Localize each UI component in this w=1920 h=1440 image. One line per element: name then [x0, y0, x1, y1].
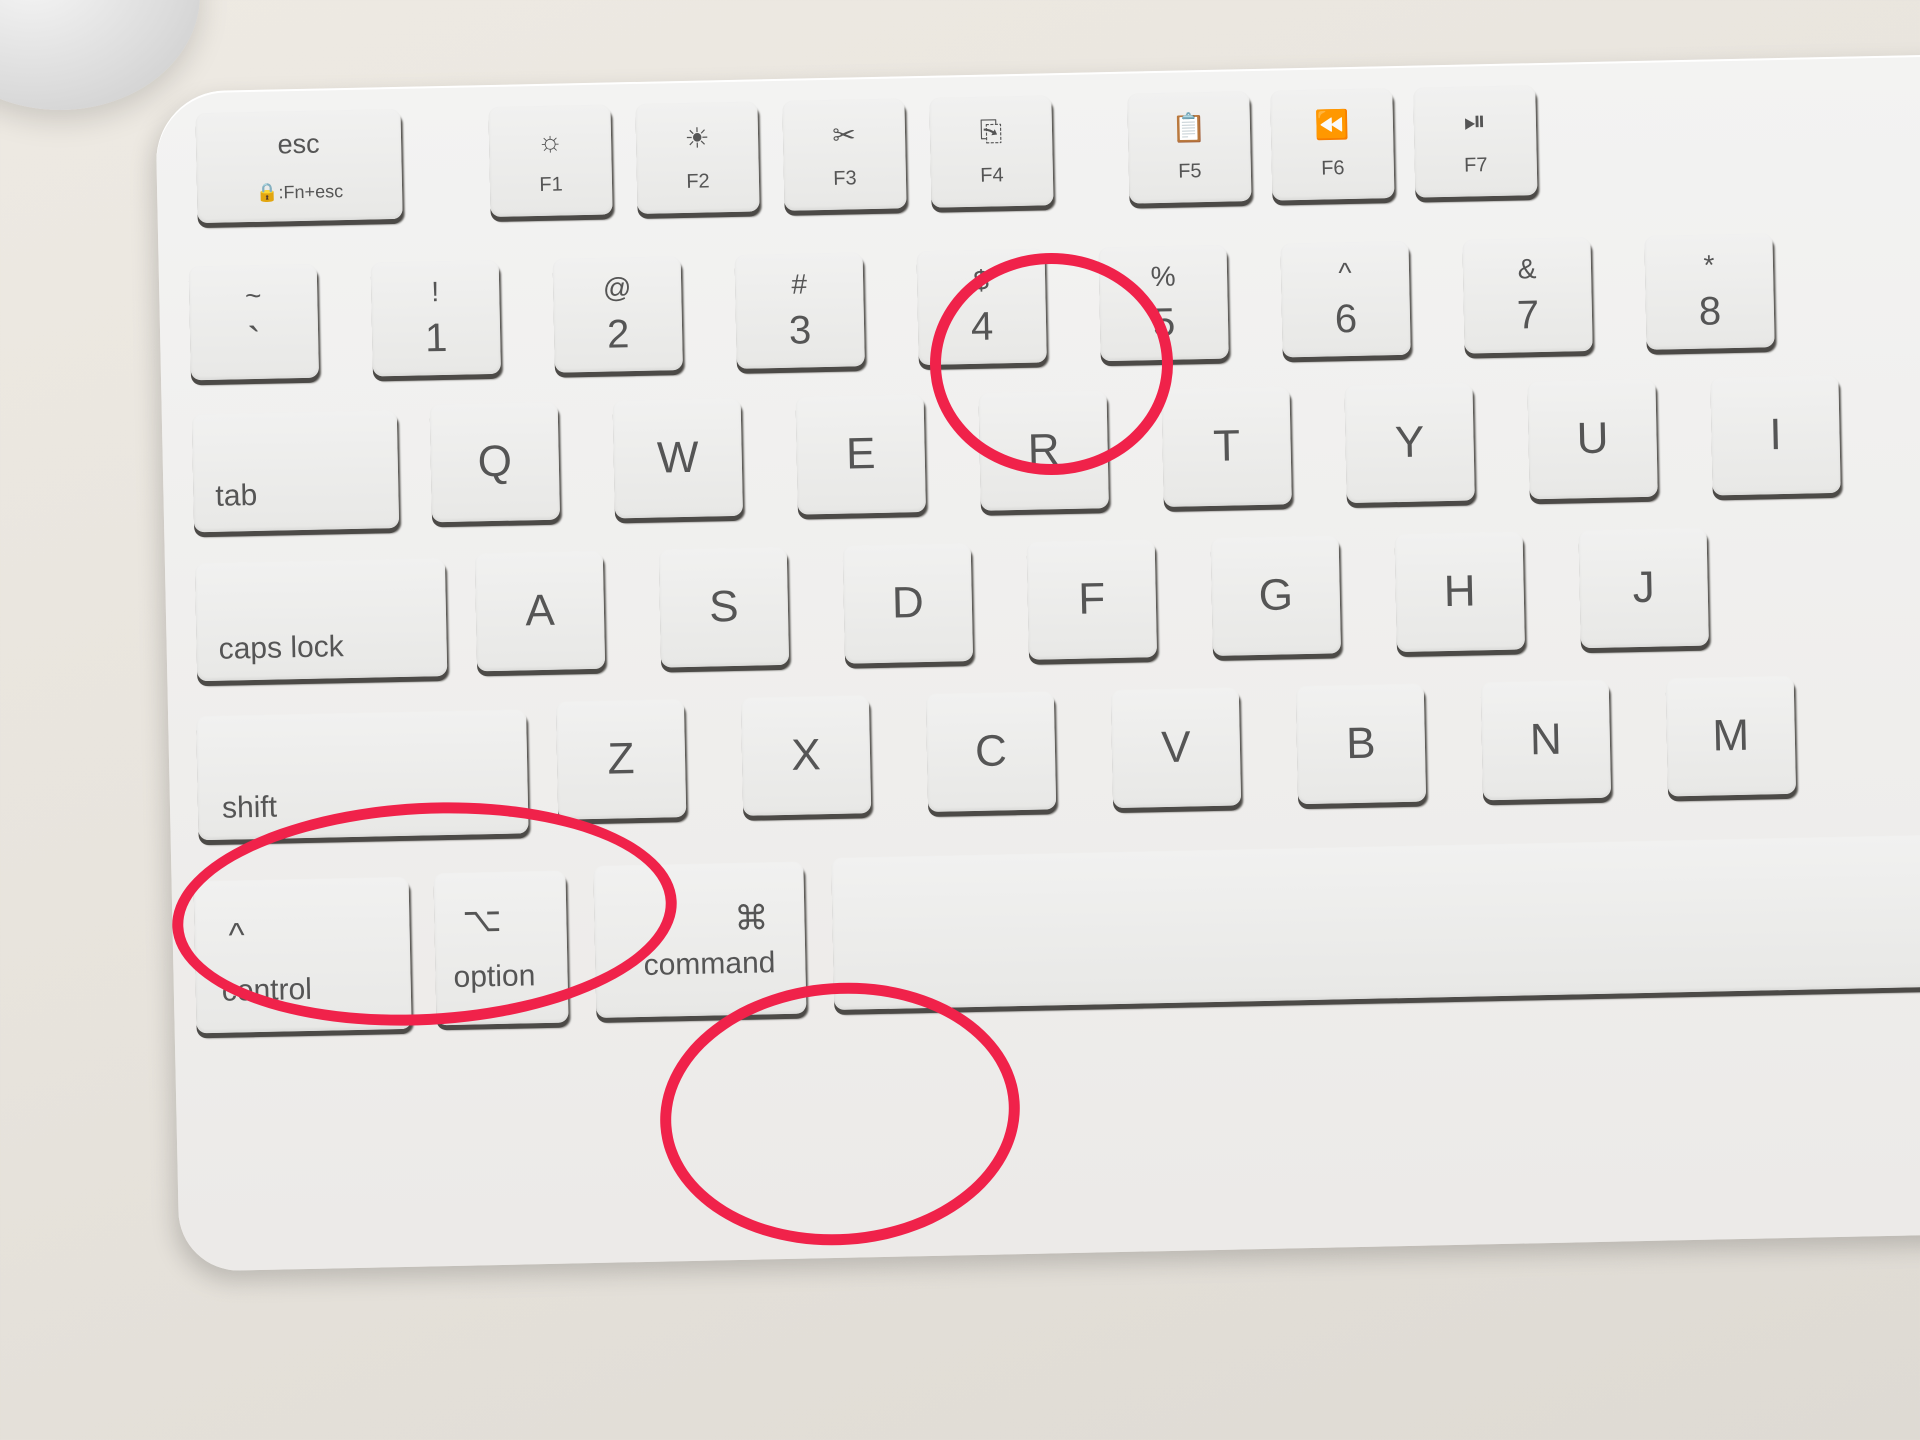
key-m[interactable]: M [1665, 675, 1797, 797]
key-z[interactable]: Z [555, 699, 687, 820]
key-esc[interactable]: esc 🔒:Fn+esc [195, 108, 403, 224]
brightness-down-icon: ☼ [536, 124, 564, 157]
key-s[interactable]: S [658, 546, 790, 668]
key-backtick[interactable]: ~ ` [188, 263, 320, 381]
key-j[interactable]: J [1578, 527, 1709, 649]
key-f6[interactable]: ⏪ F6 [1270, 88, 1395, 201]
key-1[interactable]: ! 1 [370, 259, 501, 377]
key-caps-lock[interactable]: caps lock [194, 558, 448, 682]
key-3[interactable]: #3 [734, 252, 865, 369]
highlight-circle-4 [930, 253, 1173, 475]
key-q[interactable]: Q [429, 401, 561, 523]
key-2[interactable]: @2 [552, 256, 683, 373]
key-6[interactable]: ^ 6 [1280, 240, 1411, 358]
key-u[interactable]: U [1527, 378, 1658, 500]
key-7[interactable]: & 7 [1462, 236, 1593, 354]
key-a[interactable]: A [474, 550, 606, 672]
paste-icon: 📋 [1171, 111, 1207, 144]
key-x[interactable]: X [740, 695, 872, 816]
key-f[interactable]: F [1026, 539, 1158, 660]
key-d[interactable]: D [842, 543, 974, 664]
keyboard: esc 🔒:Fn+esc ☼ F1 ☀ F2 ✂ F3 ⎘ F4 📋 F5 ⏪ … [155, 52, 1920, 1272]
key-g[interactable]: G [1210, 535, 1342, 656]
copy-icon: ⎘ [979, 115, 1003, 147]
key-e[interactable]: E [795, 393, 926, 515]
key-v[interactable]: V [1110, 687, 1242, 809]
command-symbol-icon: ⌘ [734, 899, 769, 939]
key-t[interactable]: T [1161, 386, 1292, 507]
key-tab[interactable]: tab [191, 410, 400, 533]
play-pause-icon: ⏯ [1463, 105, 1487, 137]
key-f7[interactable]: ⏯ F7 [1413, 85, 1538, 198]
key-y[interactable]: Y [1344, 382, 1475, 504]
key-w[interactable]: W [612, 397, 744, 519]
key-f5[interactable]: 📋 F5 [1127, 91, 1252, 204]
key-h[interactable]: H [1394, 531, 1525, 653]
key-f1[interactable]: ☼ F1 [488, 104, 613, 217]
key-f2[interactable]: ☀ F2 [635, 101, 760, 214]
key-f4[interactable]: ⎘ F4 [929, 95, 1054, 208]
key-c[interactable]: C [925, 691, 1057, 812]
key-n[interactable]: N [1480, 679, 1612, 801]
scissors-icon: ✂ [831, 119, 857, 151]
key-f3[interactable]: ✂ F3 [782, 98, 907, 211]
brightness-up-icon: ☀ [684, 122, 710, 154]
mouse [0, 0, 200, 110]
key-space[interactable] [831, 830, 1920, 1010]
key-8[interactable]: * 8 [1644, 233, 1775, 350]
key-i[interactable]: I [1710, 374, 1841, 496]
key-b[interactable]: B [1295, 683, 1427, 805]
rewind-icon: ⏪ [1314, 108, 1350, 141]
